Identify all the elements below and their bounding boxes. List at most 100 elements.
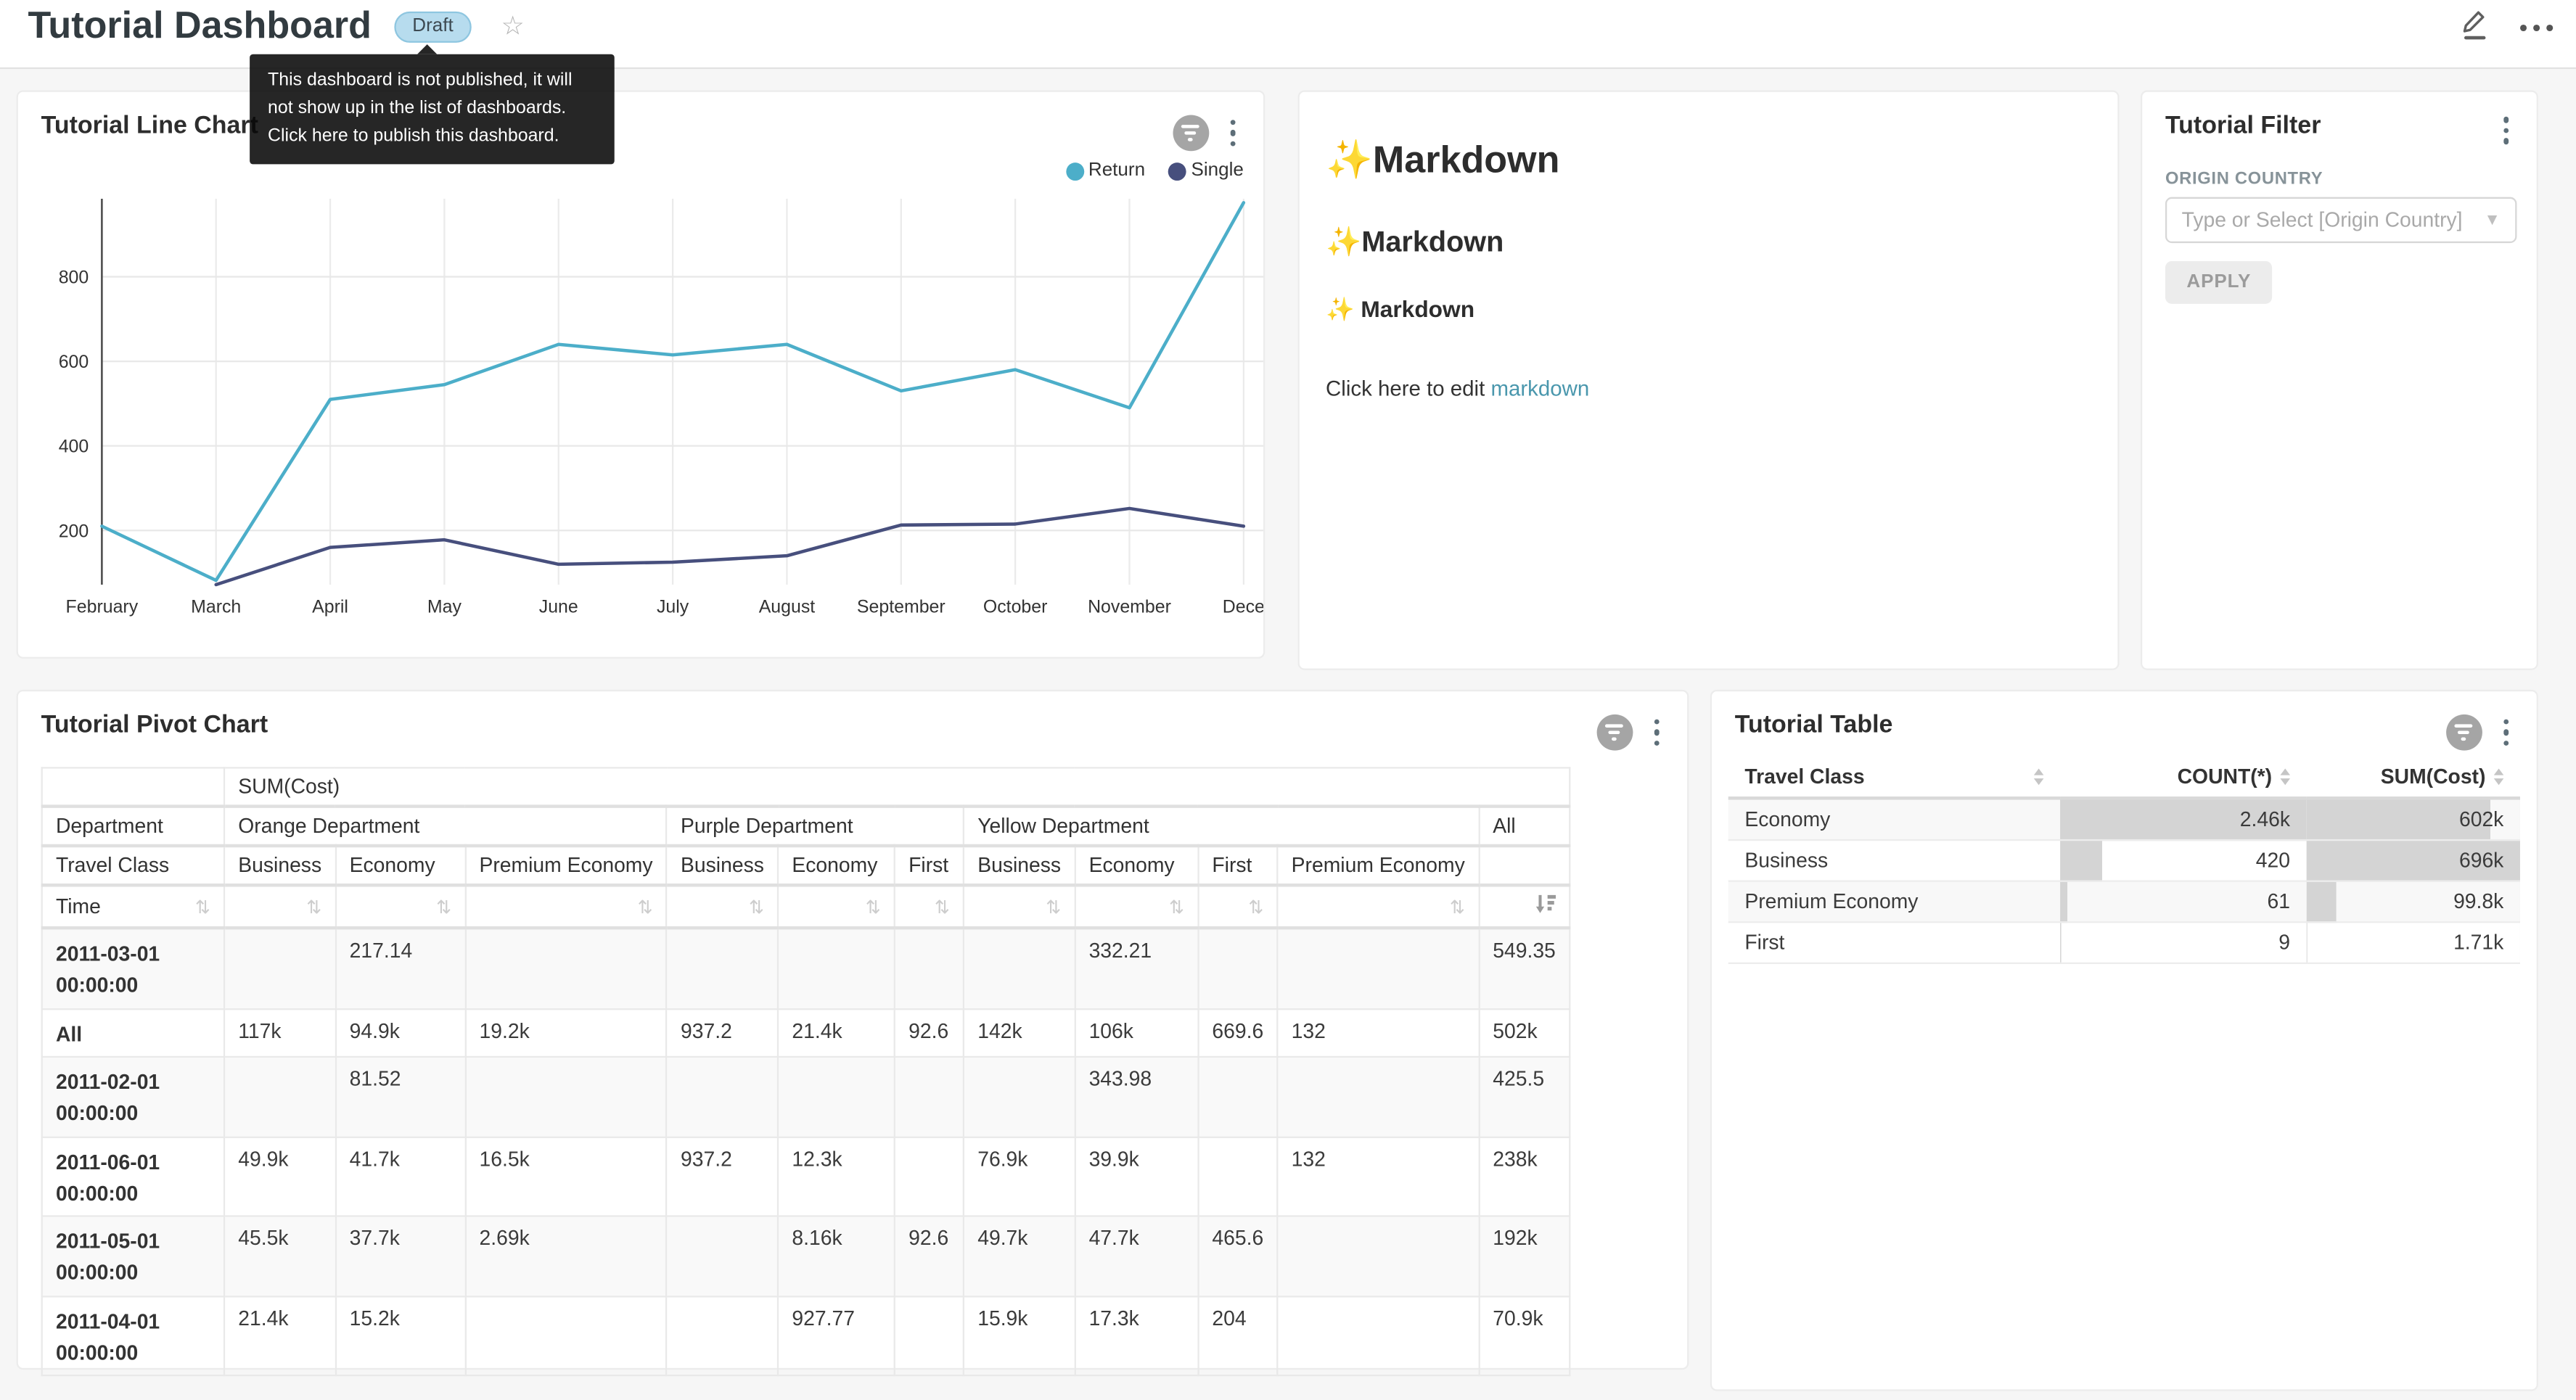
pivot-value-cell: 937.2 [667, 1008, 778, 1057]
filter-indicator-icon[interactable] [1596, 715, 1632, 751]
status-badge[interactable]: Draft [394, 12, 471, 43]
pivot-sub-column[interactable]: Business [964, 846, 1075, 885]
pivot-row-label[interactable]: 2011-04-01 00:00:00 [42, 1296, 224, 1376]
panel-tutorial-filter: Tutorial Filter ORIGIN COUNTRY Type or S… [2141, 91, 2538, 670]
pivot-value-cell: 217.14 [335, 928, 465, 1008]
pivot-row-label[interactable]: 2011-03-01 00:00:00 [42, 928, 224, 1008]
y-axis-label: 400 [59, 437, 89, 457]
y-axis-label: 800 [59, 268, 89, 288]
panel-tutorial-line-chart: Tutorial Line Chart Return Single 200400… [17, 91, 1266, 659]
kebab-menu-icon[interactable] [1225, 118, 1241, 148]
pivot-column-group[interactable]: Yellow Department [964, 807, 1479, 846]
tutorial-table: Travel ClassCOUNT(*)SUM(Cost)Economy2.46… [1728, 757, 2520, 964]
legend-item-return[interactable]: Return [1065, 161, 1145, 181]
pivot-row-label[interactable]: All [42, 1008, 224, 1057]
table-column-header[interactable]: SUM(Cost) [2307, 757, 2520, 799]
pivot-sort-column[interactable]: ⇅ [895, 885, 964, 928]
kebab-menu-icon[interactable] [2498, 115, 2514, 145]
pivot-row-label[interactable]: 2011-02-01 00:00:00 [42, 1057, 224, 1137]
apply-button[interactable]: APPLY [2165, 261, 2273, 304]
pivot-sub-column[interactable]: Economy [335, 846, 465, 885]
kebab-menu-icon[interactable] [1649, 717, 1665, 748]
filter-indicator-icon[interactable] [2445, 715, 2482, 751]
pivot-value-cell: 17.3k [1075, 1296, 1198, 1376]
table-row[interactable]: Business420696k [1728, 840, 2520, 881]
pivot-value-cell: 425.5 [1479, 1057, 1570, 1137]
pivot-value-cell [964, 1057, 1075, 1137]
pencil-underline [2464, 36, 2485, 40]
table-cell-count: 2.46k [2060, 798, 2307, 840]
pivot-value-cell: 465.6 [1198, 1216, 1277, 1296]
pivot-chart-title[interactable]: Tutorial Pivot Chart [41, 711, 268, 738]
pivot-value-cell [895, 928, 964, 1008]
table-cell-count: 420 [2060, 840, 2307, 881]
pivot-column-group[interactable]: All [1479, 807, 1570, 846]
pivot-row: 2011-04-01 00:00:0021.4k15.2k927.7715.9k… [42, 1296, 1570, 1376]
filter-indicator-icon[interactable] [1172, 115, 1208, 151]
pivot-time-header[interactable]: Time⇅ [42, 885, 224, 928]
markdown-edit-link[interactable]: markdown [1490, 376, 1589, 400]
origin-country-select[interactable]: Type or Select [Origin Country] ▼ [2165, 197, 2516, 243]
table-column-header[interactable]: COUNT(*) [2060, 757, 2307, 799]
pivot-sort-column[interactable]: ⇅ [1198, 885, 1277, 928]
pivot-column-group[interactable]: Orange Department [224, 807, 667, 846]
pivot-sub-column[interactable]: First [1198, 846, 1277, 885]
pivot-sub-column[interactable]: Business [224, 846, 335, 885]
draft-tooltip[interactable]: This dashboard is not published, it will… [250, 54, 615, 165]
pivot-sub-column[interactable]: Business [667, 846, 778, 885]
kebab-menu-icon[interactable] [2498, 717, 2514, 748]
table-title[interactable]: Tutorial Table [1735, 711, 1893, 738]
pivot-sort-all-active[interactable] [1479, 885, 1570, 928]
pivot-value-cell [667, 1057, 778, 1137]
sort-icon: ⇅ [1046, 898, 1061, 918]
favorite-star-icon[interactable]: ☆ [501, 10, 525, 43]
pivot-row-label[interactable]: 2011-05-01 00:00:00 [42, 1216, 224, 1296]
legend-item-single[interactable]: Single [1168, 161, 1244, 181]
pivot-sort-column[interactable]: ⇅ [1277, 885, 1479, 928]
pivot-sort-column[interactable]: ⇅ [465, 885, 667, 928]
pivot-sort-column[interactable]: ⇅ [778, 885, 895, 928]
pivot-metric-header: SUM(Cost) [224, 767, 1570, 806]
chevron-down-icon: ▼ [2484, 211, 2500, 229]
return-legend-dot [1065, 162, 1083, 180]
pivot-value-cell: 142k [964, 1008, 1075, 1057]
pivot-sort-column[interactable]: ⇅ [224, 885, 335, 928]
pivot-row: 2011-02-01 00:00:0081.52343.98425.5 [42, 1057, 1570, 1137]
pivot-value-cell: 39.9k [1075, 1137, 1198, 1216]
table-row[interactable]: Economy2.46k602k [1728, 798, 2520, 840]
pivot-sub-column[interactable]: Premium Economy [465, 846, 667, 885]
x-axis-label: Dece [1223, 596, 1263, 617]
pivot-sort-column[interactable]: ⇅ [1075, 885, 1198, 928]
table-cell-label: Economy [1728, 798, 2060, 840]
pivot-sort-column[interactable]: ⇅ [964, 885, 1075, 928]
pivot-sort-column[interactable]: ⇅ [667, 885, 778, 928]
pivot-value-cell [465, 1057, 667, 1137]
pivot-corner-cell [42, 767, 224, 806]
pivot-sub-column[interactable]: Economy [778, 846, 895, 885]
page-title[interactable]: Tutorial Dashboard [28, 4, 372, 48]
pivot-column-group[interactable]: Purple Department [667, 807, 964, 846]
line-chart-plot[interactable]: 200400600800FebruaryMarchAprilMayJuneJul… [18, 191, 1263, 621]
pivot-sub-column[interactable]: First [895, 846, 964, 885]
pivot-sub-column[interactable]: Economy [1075, 846, 1198, 885]
pivot-sub-column[interactable] [1479, 846, 1570, 885]
pivot-sub-column[interactable]: Premium Economy [1277, 846, 1479, 885]
panel-markdown[interactable]: ✨Markdown ✨Markdown ✨ Markdown Click her… [1298, 91, 2120, 670]
pivot-value-cell: 132 [1277, 1137, 1479, 1216]
pivot-sort-column[interactable]: ⇅ [335, 885, 465, 928]
table-row[interactable]: First91.71k [1728, 922, 2520, 963]
table-row[interactable]: Premium Economy6199.8k [1728, 881, 2520, 923]
edit-dashboard-button[interactable] [2461, 10, 2487, 40]
pivot-value-cell [964, 928, 1075, 1008]
pivot-row-label[interactable]: 2011-06-01 00:00:00 [42, 1137, 224, 1216]
more-options-icon[interactable] [2520, 18, 2553, 31]
line-chart-legend: Return Single [1065, 161, 1244, 181]
table-column-header[interactable]: Travel Class [1728, 757, 2060, 799]
select-placeholder: Type or Select [Origin Country] [2182, 209, 2478, 232]
line-chart-title[interactable]: Tutorial Line Chart [41, 112, 258, 139]
pivot-value-cell [778, 928, 895, 1008]
pivot-value-cell: 549.35 [1479, 928, 1570, 1008]
pivot-row: All117k94.9k19.2k937.221.4k92.6142k106k6… [42, 1008, 1570, 1057]
x-axis-label: July [657, 596, 689, 617]
pivot-value-cell: 937.2 [667, 1137, 778, 1216]
